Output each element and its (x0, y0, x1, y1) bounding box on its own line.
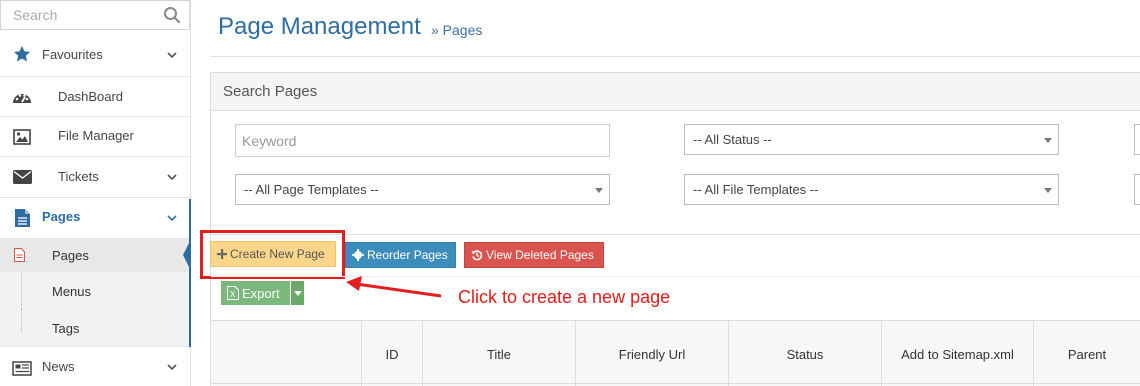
column-header-friendly-url[interactable]: Friendly Url (575, 321, 728, 386)
export-button[interactable]: X Export (221, 281, 290, 305)
export-dropdown-toggle[interactable] (291, 281, 304, 305)
sidebar-item-label: Pages (42, 209, 81, 224)
column-header-select[interactable] (211, 321, 361, 386)
reorder-pages-button[interactable]: Reorder Pages (345, 242, 456, 268)
caret-down-icon (595, 188, 603, 193)
tree-line (21, 309, 22, 333)
toolbar-divider (211, 234, 1140, 235)
dashboard-icon (12, 87, 32, 107)
tree-line (21, 272, 22, 309)
page-templates-value: -- All Page Templates -- (244, 182, 379, 197)
sidebar-item-news[interactable]: News (0, 348, 190, 386)
view-deleted-pages-button[interactable]: View Deleted Pages (464, 242, 604, 268)
excel-icon: X (227, 286, 239, 300)
page-title: Page Management (218, 13, 421, 40)
reorder-pages-label: Reorder Pages (367, 248, 448, 262)
document-small-icon (14, 248, 25, 265)
sidebar-item-favourites[interactable]: Favourites (0, 31, 190, 77)
sidebar-subitem-label: Pages (52, 248, 89, 263)
chevron-down-icon (167, 215, 177, 222)
search-panel-header: Search Pages (211, 73, 1140, 111)
sidebar-subitem-pages[interactable]: Pages (0, 239, 191, 272)
caret-down-icon (1044, 188, 1052, 193)
caret-down-icon (294, 291, 302, 296)
sidebar-item-dashboard[interactable]: DashBoard (0, 77, 190, 117)
sidebar-item-label: DashBoard (58, 89, 124, 104)
column-header-status[interactable]: Status (728, 321, 881, 386)
breadcrumb[interactable]: » Pages (431, 22, 482, 38)
annotation-arrow (346, 276, 442, 298)
file-templates-select[interactable]: -- All File Templates -- (684, 174, 1059, 205)
active-section-bar (189, 199, 191, 347)
history-icon (471, 249, 483, 261)
extra-filter-select-2[interactable] (1134, 174, 1140, 205)
sidebar-item-label: Favourites (42, 47, 103, 62)
search-panel-title: Search Pages (223, 83, 318, 100)
chevron-down-icon (167, 52, 177, 59)
caret-down-icon (1044, 138, 1052, 143)
keyword-input[interactable] (236, 125, 609, 156)
newspaper-icon (12, 358, 32, 378)
view-deleted-pages-label: View Deleted Pages (486, 248, 594, 262)
sidebar-item-label: Tickets (58, 169, 99, 184)
table-header-bottom-border (211, 383, 1140, 384)
chevron-down-icon (167, 364, 177, 371)
sidebar-subitem-label: Tags (52, 321, 80, 336)
search-input[interactable] (1, 1, 156, 29)
annotation-text: Click to create a new page (446, 285, 685, 315)
file-templates-value: -- All File Templates -- (693, 182, 819, 197)
sidebar-item-tickets[interactable]: Tickets (0, 157, 190, 198)
image-icon (12, 127, 32, 147)
envelope-icon (12, 167, 32, 187)
document-icon (12, 208, 32, 228)
column-header-id[interactable]: ID (361, 321, 422, 386)
export-label: Export (242, 285, 280, 301)
sidebar-subitem-tags[interactable]: Tags (0, 309, 190, 347)
star-icon (12, 44, 32, 64)
app-root: Favourites DashBoard File Manager Ticket… (0, 0, 1140, 386)
status-select[interactable]: -- All Status -- (684, 124, 1059, 155)
column-header-parent[interactable]: Parent (1033, 321, 1140, 386)
header-divider (210, 56, 1140, 57)
column-header-sitemap[interactable]: Add to Sitemap.xml (881, 321, 1033, 386)
sidebar-item-label: News (42, 359, 75, 374)
sidebar-item-label: File Manager (58, 128, 134, 143)
sidebar-subitem-label: Menus (52, 284, 92, 299)
pages-table-header: ID Title Friendly Url Status Add to Site… (211, 320, 1140, 386)
status-select-value: -- All Status -- (693, 132, 772, 147)
sidebar-subitem-menus[interactable]: Menus (0, 272, 190, 309)
sidebar-search (0, 0, 190, 30)
sidebar-item-file-manager[interactable]: File Manager (0, 117, 190, 157)
search-icon[interactable] (163, 6, 181, 24)
page-templates-select[interactable]: -- All Page Templates -- (235, 174, 610, 205)
chevron-down-icon (167, 174, 177, 181)
extra-filter-select[interactable] (1134, 124, 1140, 155)
sidebar-item-pages[interactable]: Pages (0, 198, 190, 239)
keyword-field (235, 124, 610, 157)
svg-text:X: X (230, 290, 236, 299)
gear-icon (352, 249, 364, 261)
sidebar: Favourites DashBoard File Manager Ticket… (0, 0, 191, 386)
annotation-highlight-box (200, 230, 345, 279)
column-header-title[interactable]: Title (422, 321, 575, 386)
